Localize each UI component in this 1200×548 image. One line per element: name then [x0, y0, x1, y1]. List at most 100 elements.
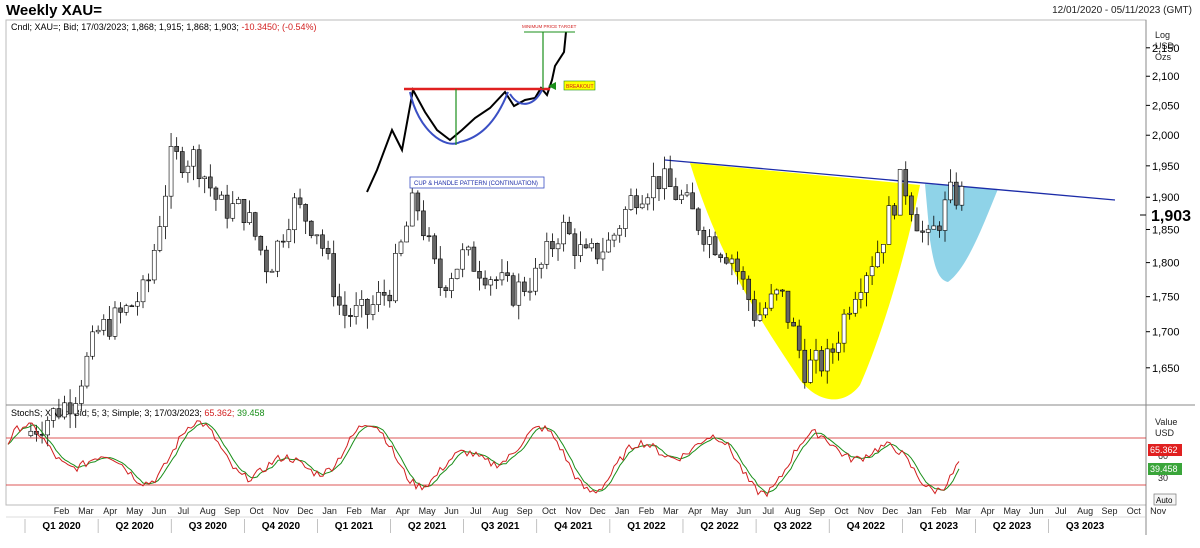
candle [897, 169, 903, 216]
stoch-d-badge-text: 39.458 [1150, 464, 1178, 474]
candle [208, 164, 213, 197]
month-label: May [1003, 506, 1021, 516]
month-label: Aug [1077, 506, 1093, 516]
candle-body [651, 176, 656, 199]
candle-body [735, 258, 740, 272]
candle-body [353, 305, 359, 317]
candle-body [202, 176, 208, 179]
candle-body [482, 277, 488, 286]
candle-body [757, 314, 763, 321]
candle [303, 203, 308, 235]
candle-body [836, 342, 841, 353]
candle [522, 276, 527, 297]
candle [561, 214, 566, 252]
schematic-price-path [366, 31, 567, 193]
month-label: Apr [981, 506, 995, 516]
month-label: Oct [834, 506, 849, 516]
candle [606, 232, 611, 253]
candle-body [606, 239, 611, 253]
candle [320, 229, 325, 257]
candle-body [718, 254, 723, 258]
candle-body [808, 359, 813, 383]
candle [95, 325, 101, 335]
candle-body [510, 275, 516, 306]
candle-body [219, 194, 224, 200]
candle-body [45, 420, 50, 436]
candle [449, 272, 454, 299]
candle [258, 235, 264, 256]
price-tick-label: 1,750 [1152, 292, 1180, 304]
candle-body [236, 198, 241, 204]
quarter-label: Q1 2023 [920, 521, 959, 532]
candle [79, 379, 84, 412]
candle-body [140, 279, 146, 303]
candle-body [550, 241, 555, 250]
candle-body [370, 304, 376, 315]
candle-body [404, 225, 409, 243]
month-label: Mar [955, 506, 971, 516]
last-price-value: 1,903 [1151, 208, 1191, 225]
candle [185, 160, 191, 183]
quarter-label: Q1 2022 [627, 521, 666, 532]
candle-body [522, 281, 527, 292]
month-label: May [126, 506, 144, 516]
candle-body [959, 186, 965, 206]
candle-body [679, 194, 684, 200]
month-label: Feb [54, 506, 70, 516]
candle-body [723, 257, 729, 264]
candle [308, 220, 314, 239]
month-label: Feb [639, 506, 655, 516]
candle [67, 389, 73, 429]
candle [264, 245, 269, 284]
candle [471, 241, 477, 272]
month-label: Oct [250, 506, 265, 516]
candle-body [819, 350, 824, 372]
candle-body [258, 235, 264, 251]
candle-body [505, 272, 510, 277]
candle-body [241, 198, 247, 223]
candle [505, 261, 510, 282]
price-tick-label: 2,100 [1152, 71, 1180, 83]
candle-body [578, 244, 583, 256]
candle [684, 184, 690, 198]
candle [252, 211, 258, 241]
month-label: Jul [470, 506, 482, 516]
candle-body [886, 205, 892, 245]
candle-body [937, 225, 942, 231]
candle [196, 144, 202, 188]
candle-body [376, 292, 381, 305]
candle-body [948, 181, 953, 201]
candle [690, 182, 695, 210]
candle [914, 207, 920, 232]
month-label: Apr [103, 506, 117, 516]
candle-body [342, 304, 348, 316]
candle-body [499, 272, 505, 281]
price-axis: Log USD Ozs 2,1502,1002,0502,0001,9501,9… [1140, 30, 1198, 375]
candle [325, 240, 331, 260]
price-tick-label: 1,850 [1152, 224, 1180, 236]
candle-body [101, 319, 107, 331]
candle-body [920, 230, 925, 233]
quarter-label: Q4 2020 [262, 521, 301, 532]
candle [516, 273, 522, 320]
candle-body [129, 305, 135, 308]
quarter-label: Q2 2021 [408, 521, 447, 532]
candle [566, 216, 572, 236]
candle-body [914, 214, 920, 232]
candle-body [796, 325, 802, 351]
candle [376, 281, 381, 312]
candle-body [695, 208, 701, 231]
candle [583, 238, 589, 250]
candle-body [768, 293, 774, 309]
candle [123, 303, 129, 316]
month-label: Oct [542, 506, 557, 516]
candle [50, 407, 56, 428]
candle-body [454, 268, 460, 279]
candle-body [314, 234, 320, 237]
chart-canvas[interactable]: BREAKOUT CUP & HANDLE PATTERN (CONTINUAT… [0, 0, 1200, 548]
candle [365, 298, 370, 329]
candle-body [56, 408, 62, 418]
candle-body [752, 299, 757, 321]
candle-body [465, 246, 471, 251]
candle [432, 233, 437, 264]
